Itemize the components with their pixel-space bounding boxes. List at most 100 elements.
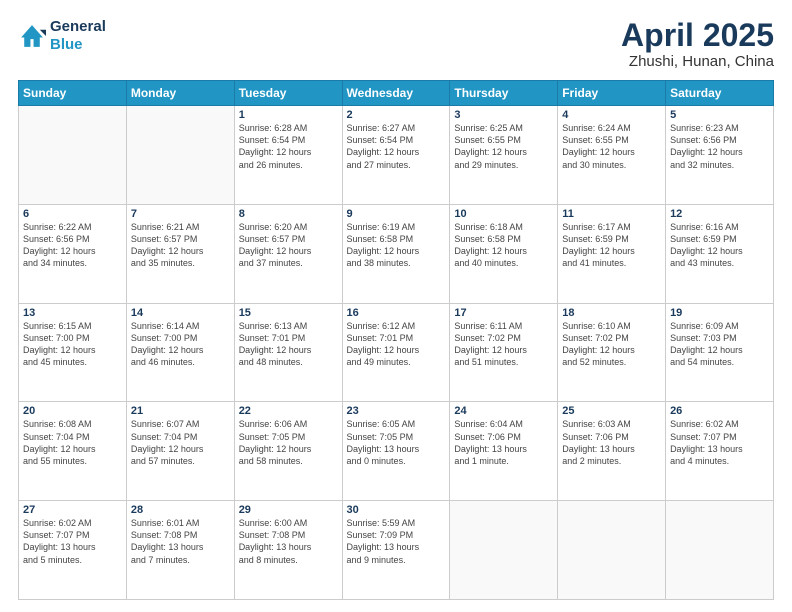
day-info: Sunrise: 6:20 AMSunset: 6:57 PMDaylight:… [239, 221, 338, 270]
logo-icon [18, 22, 46, 50]
day-info: Sunrise: 6:09 AMSunset: 7:03 PMDaylight:… [670, 320, 769, 369]
day-cell: 17Sunrise: 6:11 AMSunset: 7:02 PMDayligh… [450, 303, 558, 402]
day-cell: 8Sunrise: 6:20 AMSunset: 6:57 PMDaylight… [234, 204, 342, 303]
day-number: 13 [23, 307, 122, 319]
day-cell: 28Sunrise: 6:01 AMSunset: 7:08 PMDayligh… [126, 501, 234, 600]
day-number: 10 [454, 208, 553, 220]
day-info: Sunrise: 6:17 AMSunset: 6:59 PMDaylight:… [562, 221, 661, 270]
day-info: Sunrise: 6:19 AMSunset: 6:58 PMDaylight:… [347, 221, 446, 270]
day-number: 7 [131, 208, 230, 220]
calendar-table: SundayMondayTuesdayWednesdayThursdayFrid… [18, 80, 774, 600]
day-cell: 26Sunrise: 6:02 AMSunset: 7:07 PMDayligh… [666, 402, 774, 501]
header: General Blue April 2025 Zhushi, Hunan, C… [18, 18, 774, 70]
day-cell: 10Sunrise: 6:18 AMSunset: 6:58 PMDayligh… [450, 204, 558, 303]
day-info: Sunrise: 6:14 AMSunset: 7:00 PMDaylight:… [131, 320, 230, 369]
day-number: 6 [23, 208, 122, 220]
day-cell: 24Sunrise: 6:04 AMSunset: 7:06 PMDayligh… [450, 402, 558, 501]
day-number: 12 [670, 208, 769, 220]
day-cell: 9Sunrise: 6:19 AMSunset: 6:58 PMDaylight… [342, 204, 450, 303]
day-number: 9 [347, 208, 446, 220]
day-number: 26 [670, 405, 769, 417]
week-row: 1Sunrise: 6:28 AMSunset: 6:54 PMDaylight… [19, 106, 774, 205]
day-cell: 4Sunrise: 6:24 AMSunset: 6:55 PMDaylight… [558, 106, 666, 205]
day-cell: 1Sunrise: 6:28 AMSunset: 6:54 PMDaylight… [234, 106, 342, 205]
day-number: 8 [239, 208, 338, 220]
day-number: 16 [347, 307, 446, 319]
day-cell: 18Sunrise: 6:10 AMSunset: 7:02 PMDayligh… [558, 303, 666, 402]
day-info: Sunrise: 6:21 AMSunset: 6:57 PMDaylight:… [131, 221, 230, 270]
day-info: Sunrise: 5:59 AMSunset: 7:09 PMDaylight:… [347, 517, 446, 566]
day-info: Sunrise: 6:12 AMSunset: 7:01 PMDaylight:… [347, 320, 446, 369]
day-number: 1 [239, 109, 338, 121]
logo-line1: General [50, 18, 106, 36]
day-cell: 14Sunrise: 6:14 AMSunset: 7:00 PMDayligh… [126, 303, 234, 402]
day-cell: 29Sunrise: 6:00 AMSunset: 7:08 PMDayligh… [234, 501, 342, 600]
title-block: April 2025 Zhushi, Hunan, China [621, 18, 774, 70]
day-cell: 30Sunrise: 5:59 AMSunset: 7:09 PMDayligh… [342, 501, 450, 600]
day-cell [450, 501, 558, 600]
day-number: 2 [347, 109, 446, 121]
week-row: 27Sunrise: 6:02 AMSunset: 7:07 PMDayligh… [19, 501, 774, 600]
day-cell: 19Sunrise: 6:09 AMSunset: 7:03 PMDayligh… [666, 303, 774, 402]
day-info: Sunrise: 6:02 AMSunset: 7:07 PMDaylight:… [670, 418, 769, 467]
day-cell: 23Sunrise: 6:05 AMSunset: 7:05 PMDayligh… [342, 402, 450, 501]
sub-title: Zhushi, Hunan, China [621, 53, 774, 70]
weekday-header: Thursday [450, 81, 558, 106]
weekday-header: Saturday [666, 81, 774, 106]
logo: General Blue [18, 18, 106, 54]
day-info: Sunrise: 6:15 AMSunset: 7:00 PMDaylight:… [23, 320, 122, 369]
weekday-header: Tuesday [234, 81, 342, 106]
day-cell: 15Sunrise: 6:13 AMSunset: 7:01 PMDayligh… [234, 303, 342, 402]
day-info: Sunrise: 6:24 AMSunset: 6:55 PMDaylight:… [562, 122, 661, 171]
logo-text: General Blue [50, 18, 106, 54]
day-info: Sunrise: 6:05 AMSunset: 7:05 PMDaylight:… [347, 418, 446, 467]
weekday-header: Monday [126, 81, 234, 106]
day-number: 14 [131, 307, 230, 319]
day-cell: 6Sunrise: 6:22 AMSunset: 6:56 PMDaylight… [19, 204, 127, 303]
logo-line2: Blue [50, 36, 106, 54]
day-number: 30 [347, 504, 446, 516]
day-cell: 3Sunrise: 6:25 AMSunset: 6:55 PMDaylight… [450, 106, 558, 205]
week-row: 13Sunrise: 6:15 AMSunset: 7:00 PMDayligh… [19, 303, 774, 402]
day-cell [558, 501, 666, 600]
day-info: Sunrise: 6:22 AMSunset: 6:56 PMDaylight:… [23, 221, 122, 270]
day-number: 18 [562, 307, 661, 319]
day-cell [126, 106, 234, 205]
day-cell: 22Sunrise: 6:06 AMSunset: 7:05 PMDayligh… [234, 402, 342, 501]
day-cell: 27Sunrise: 6:02 AMSunset: 7:07 PMDayligh… [19, 501, 127, 600]
page: General Blue April 2025 Zhushi, Hunan, C… [0, 0, 792, 612]
day-info: Sunrise: 6:27 AMSunset: 6:54 PMDaylight:… [347, 122, 446, 171]
week-row: 6Sunrise: 6:22 AMSunset: 6:56 PMDaylight… [19, 204, 774, 303]
day-cell: 21Sunrise: 6:07 AMSunset: 7:04 PMDayligh… [126, 402, 234, 501]
day-cell: 11Sunrise: 6:17 AMSunset: 6:59 PMDayligh… [558, 204, 666, 303]
day-number: 17 [454, 307, 553, 319]
day-cell: 25Sunrise: 6:03 AMSunset: 7:06 PMDayligh… [558, 402, 666, 501]
day-number: 29 [239, 504, 338, 516]
day-info: Sunrise: 6:07 AMSunset: 7:04 PMDaylight:… [131, 418, 230, 467]
day-number: 25 [562, 405, 661, 417]
day-number: 28 [131, 504, 230, 516]
day-cell: 16Sunrise: 6:12 AMSunset: 7:01 PMDayligh… [342, 303, 450, 402]
day-info: Sunrise: 6:03 AMSunset: 7:06 PMDaylight:… [562, 418, 661, 467]
day-info: Sunrise: 6:01 AMSunset: 7:08 PMDaylight:… [131, 517, 230, 566]
day-cell: 13Sunrise: 6:15 AMSunset: 7:00 PMDayligh… [19, 303, 127, 402]
weekday-header: Friday [558, 81, 666, 106]
day-number: 3 [454, 109, 553, 121]
weekday-header: Wednesday [342, 81, 450, 106]
day-info: Sunrise: 6:10 AMSunset: 7:02 PMDaylight:… [562, 320, 661, 369]
day-number: 4 [562, 109, 661, 121]
day-number: 22 [239, 405, 338, 417]
day-number: 19 [670, 307, 769, 319]
day-cell [666, 501, 774, 600]
day-number: 20 [23, 405, 122, 417]
day-cell: 2Sunrise: 6:27 AMSunset: 6:54 PMDaylight… [342, 106, 450, 205]
day-number: 11 [562, 208, 661, 220]
day-info: Sunrise: 6:08 AMSunset: 7:04 PMDaylight:… [23, 418, 122, 467]
day-number: 5 [670, 109, 769, 121]
day-info: Sunrise: 6:04 AMSunset: 7:06 PMDaylight:… [454, 418, 553, 467]
week-row: 20Sunrise: 6:08 AMSunset: 7:04 PMDayligh… [19, 402, 774, 501]
day-info: Sunrise: 6:28 AMSunset: 6:54 PMDaylight:… [239, 122, 338, 171]
day-info: Sunrise: 6:25 AMSunset: 6:55 PMDaylight:… [454, 122, 553, 171]
day-info: Sunrise: 6:16 AMSunset: 6:59 PMDaylight:… [670, 221, 769, 270]
weekday-header: Sunday [19, 81, 127, 106]
